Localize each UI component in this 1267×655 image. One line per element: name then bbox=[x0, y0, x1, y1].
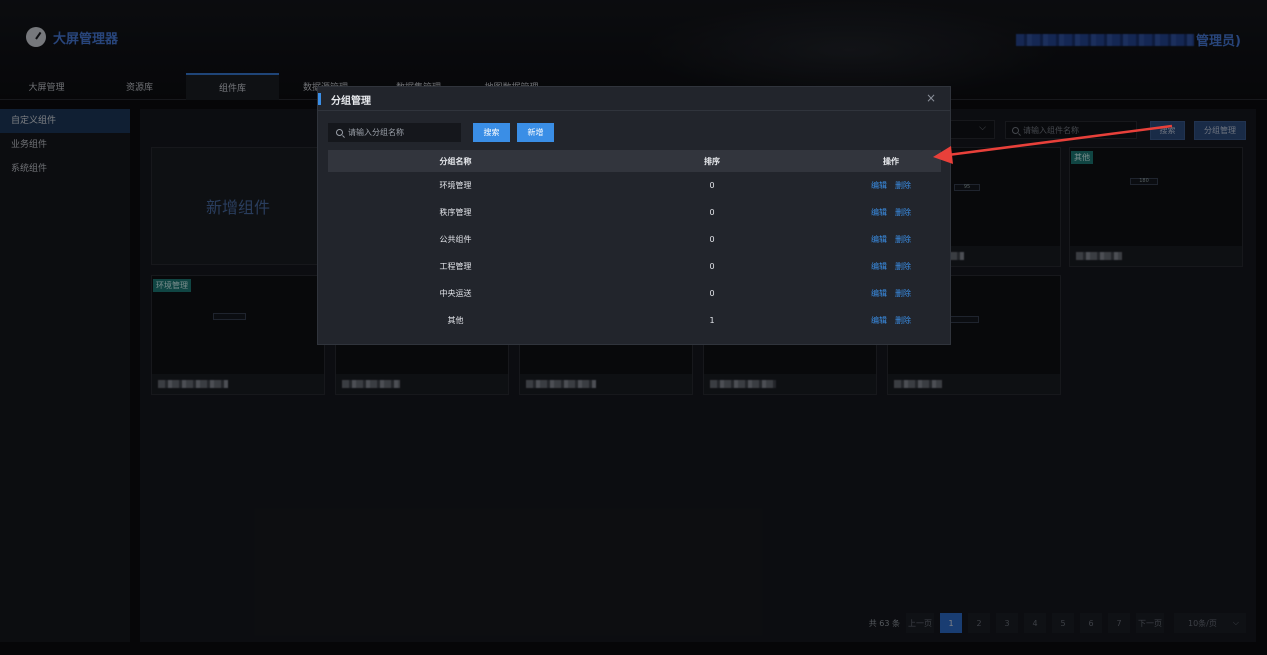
annotation-arrow-head bbox=[933, 146, 953, 164]
annotation-arrow bbox=[933, 124, 1173, 164]
annotation-arrow-line bbox=[947, 124, 1173, 157]
